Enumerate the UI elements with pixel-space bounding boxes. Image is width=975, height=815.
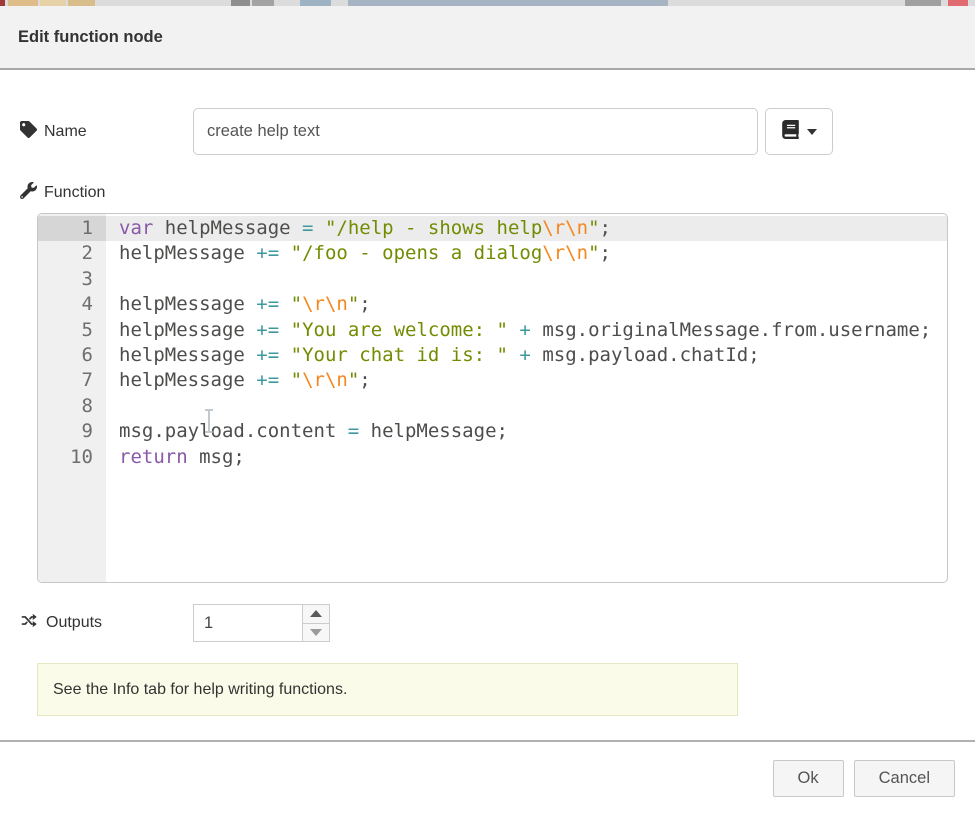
editor-code[interactable]: var helpMessage = "/help - shows help\r\… (106, 214, 947, 582)
name-label: Name (20, 121, 193, 143)
outputs-label-text: Outputs (46, 614, 102, 632)
backdrop-block (300, 0, 331, 6)
name-row: Name (20, 108, 955, 155)
outputs-row: Outputs (20, 604, 955, 642)
info-tip-box: See the Info tab for help writing functi… (37, 663, 738, 716)
dialog-header: Edit function node (0, 6, 975, 70)
ok-button[interactable]: Ok (773, 760, 844, 797)
backdrop-block (68, 0, 95, 6)
editor-gutter: 12345678910 (38, 214, 106, 582)
backdrop-block (231, 0, 250, 6)
code-line[interactable] (106, 267, 947, 292)
code-line[interactable]: msg.payload.content = helpMessage; (106, 419, 947, 444)
line-number[interactable]: 2 (38, 241, 106, 266)
dialog-footer: Ok Cancel (0, 740, 975, 815)
shuffle-icon (20, 612, 39, 634)
line-number[interactable]: 3 (38, 267, 106, 292)
line-number[interactable]: 7 (38, 368, 106, 393)
backdrop-block (905, 0, 941, 6)
line-number[interactable]: 5 (38, 318, 106, 343)
function-label-text: Function (44, 184, 105, 202)
code-line[interactable]: helpMessage += "Your chat id is: " + msg… (106, 343, 947, 368)
chevron-down-icon (807, 129, 817, 135)
code-line[interactable]: helpMessage += "\r\n"; (106, 368, 947, 393)
edit-function-dialog: Edit function node Name Function (0, 6, 975, 815)
tag-icon (20, 121, 37, 143)
background-workspace-strip (0, 0, 975, 6)
arrow-down-icon (310, 629, 322, 636)
outputs-increment-button[interactable] (303, 605, 329, 624)
arrow-up-icon (310, 610, 322, 617)
code-line[interactable]: helpMessage += "You are welcome: " + msg… (106, 318, 947, 343)
wrench-icon (20, 182, 37, 204)
spinner-buttons (302, 605, 329, 641)
line-number[interactable]: 6 (38, 343, 106, 368)
backdrop-block (948, 0, 968, 6)
info-tip-text: See the Info tab for help writing functi… (53, 681, 347, 699)
mouse-ibeam-cursor (208, 411, 210, 431)
book-icon (781, 120, 800, 144)
outputs-label: Outputs (20, 612, 193, 634)
code-line[interactable]: helpMessage += "\r\n"; (106, 292, 947, 317)
line-number[interactable]: 10 (38, 445, 106, 470)
backdrop-block (252, 0, 274, 6)
function-label: Function (20, 182, 955, 204)
outputs-input[interactable] (194, 605, 302, 641)
backdrop-block (40, 0, 66, 6)
code-line[interactable]: return msg; (106, 445, 947, 470)
library-button[interactable] (765, 108, 833, 155)
dialog-body: Name Function 12345678910 var helpMessag… (0, 70, 975, 740)
backdrop-block (348, 0, 668, 6)
code-line[interactable] (106, 394, 947, 419)
backdrop-block (0, 0, 5, 6)
code-editor[interactable]: 12345678910 var helpMessage = "/help - s… (37, 213, 948, 583)
cancel-button[interactable]: Cancel (854, 760, 955, 797)
dialog-title: Edit function node (18, 28, 163, 47)
line-number[interactable]: 8 (38, 394, 106, 419)
name-label-text: Name (44, 123, 87, 141)
line-number[interactable]: 9 (38, 419, 106, 444)
backdrop-block (8, 0, 38, 6)
code-line[interactable]: helpMessage += "/foo - opens a dialog\r\… (106, 241, 947, 266)
line-number[interactable]: 4 (38, 292, 106, 317)
outputs-spinner (193, 604, 330, 642)
line-number[interactable]: 1 (38, 216, 106, 241)
outputs-decrement-button[interactable] (303, 624, 329, 642)
name-input[interactable] (193, 108, 758, 155)
code-line[interactable]: var helpMessage = "/help - shows help\r\… (106, 216, 947, 241)
